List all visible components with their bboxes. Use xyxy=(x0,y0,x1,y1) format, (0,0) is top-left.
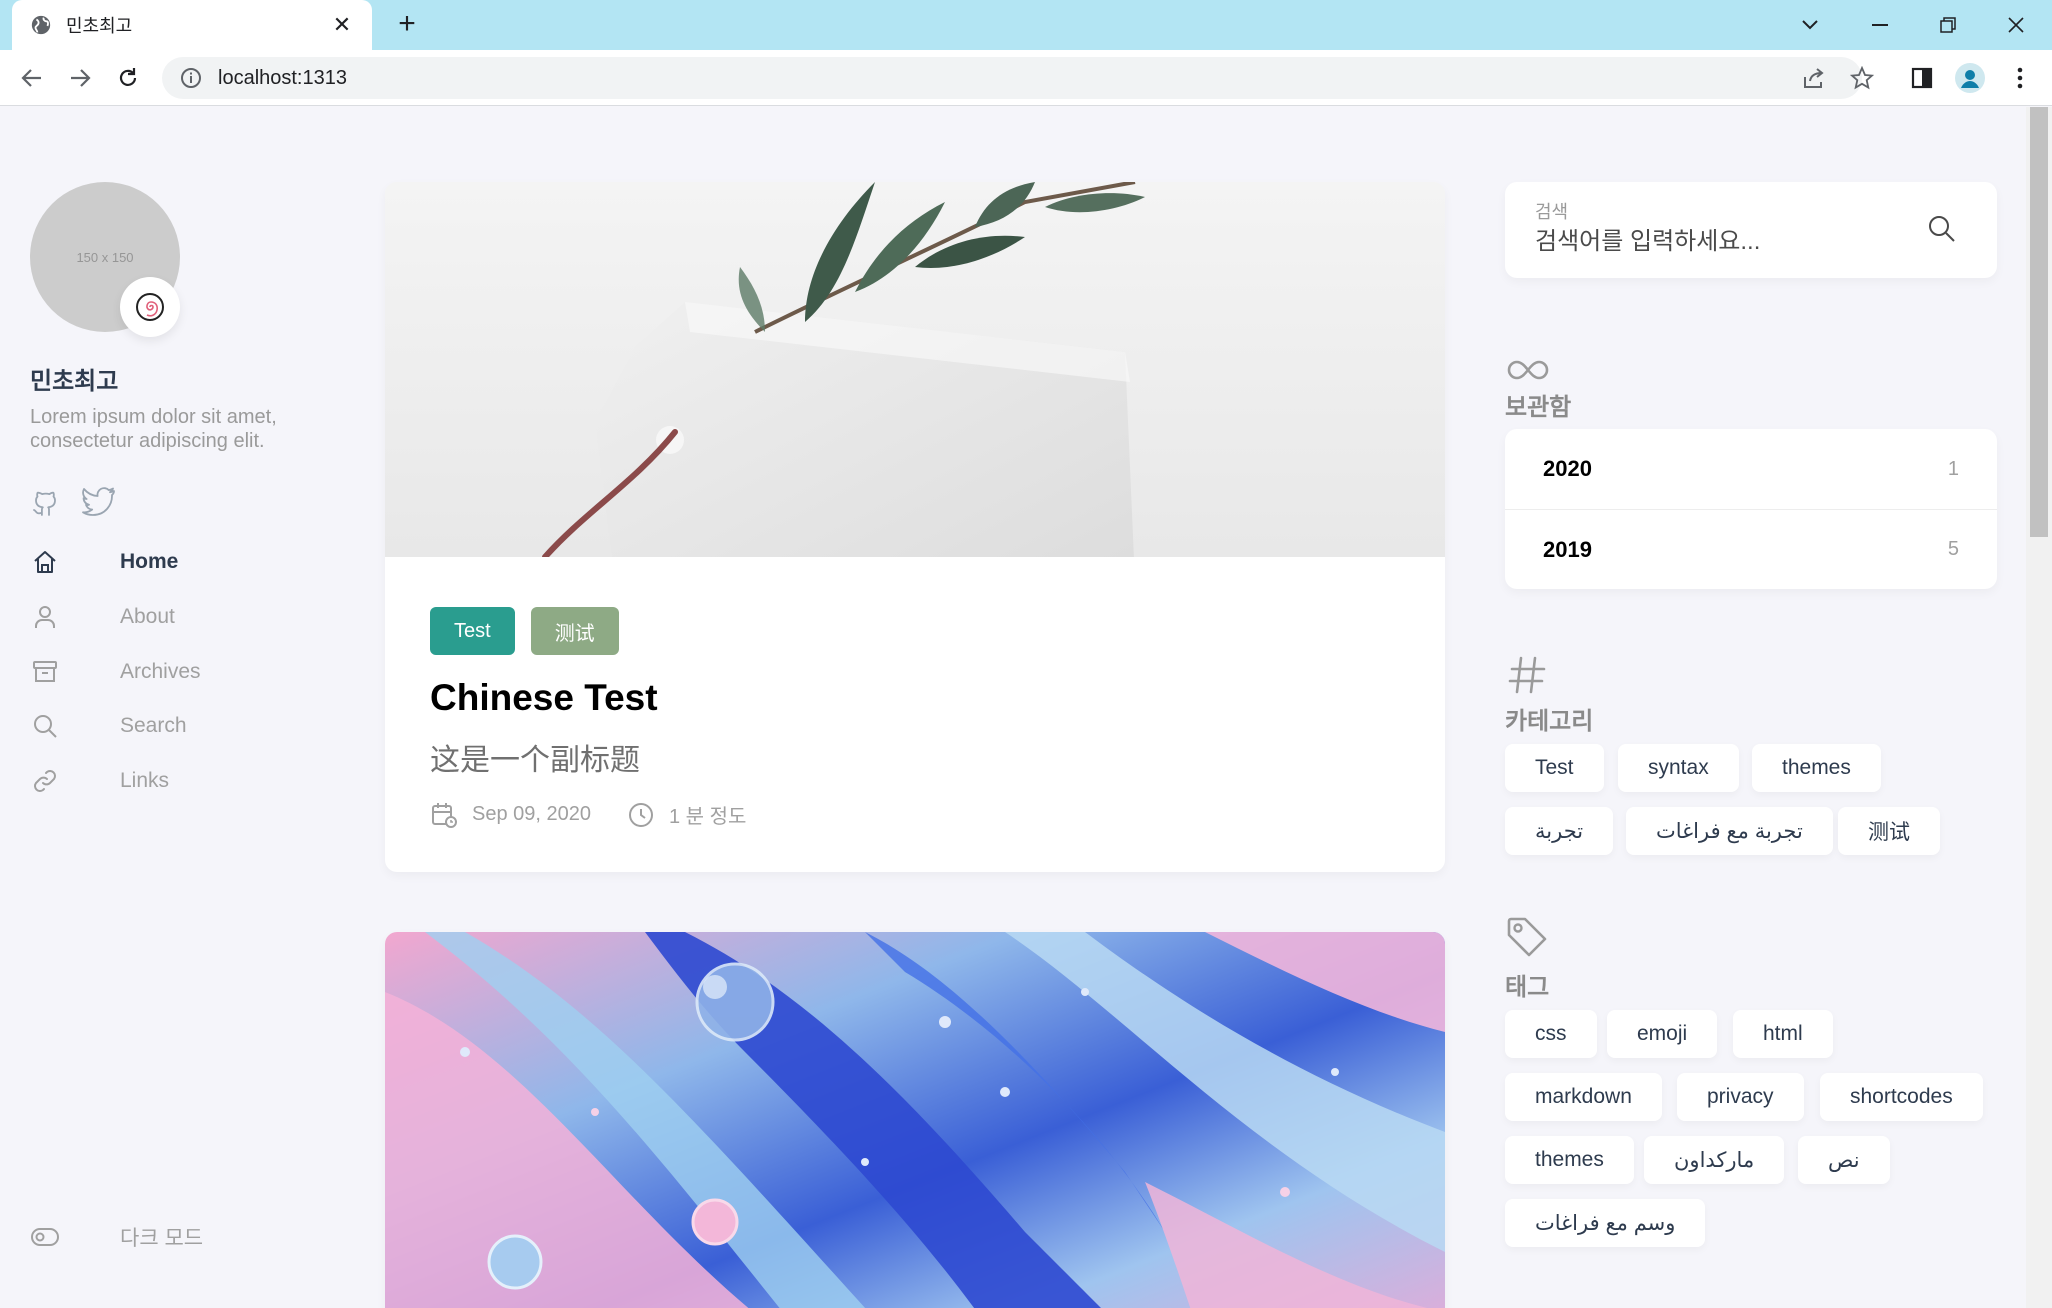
sidebar-item-label: Archives xyxy=(120,660,201,683)
spiral-emoji-icon xyxy=(120,277,180,337)
globe-icon xyxy=(31,15,51,35)
dark-mode-label: 다크 모드 xyxy=(120,1227,204,1250)
fluid-art-image xyxy=(385,932,1445,1308)
sidebar-item-search[interactable]: Search xyxy=(30,706,330,746)
archive-count: 1 xyxy=(1947,457,1959,480)
sidebar-item-label: About xyxy=(120,605,175,628)
twitter-icon[interactable] xyxy=(82,487,115,519)
article-categories: Test 测试 xyxy=(430,607,619,655)
sidebar-item-about[interactable]: About xyxy=(30,597,330,637)
tab-title: 민초최고 xyxy=(66,16,133,36)
search-input[interactable] xyxy=(1535,224,1915,260)
archives-widget-title: 보관함 xyxy=(1505,394,1572,421)
sidebar-item-label: Links xyxy=(120,769,170,792)
user-icon xyxy=(30,602,60,632)
sidebar-item-label: Home xyxy=(120,550,179,573)
tag-chip[interactable]: emoji xyxy=(1607,1010,1718,1058)
tag-chip[interactable]: themes xyxy=(1505,1136,1634,1184)
tag-chip[interactable]: وسم مع فراغات xyxy=(1505,1199,1706,1247)
tag-chip[interactable]: markdown xyxy=(1505,1073,1662,1121)
article-subtitle: 这是一个副标题 xyxy=(430,744,640,777)
hashtag-icon xyxy=(1508,656,1546,694)
archive-year-row[interactable]: 2020 1 xyxy=(1505,429,1997,509)
address-bar[interactable]: localhost:1313 xyxy=(162,57,1862,99)
restore-icon[interactable] xyxy=(1928,8,1968,42)
archive-year: 2020 xyxy=(1543,456,1592,481)
back-icon[interactable] xyxy=(16,62,48,94)
tag-icon xyxy=(1507,917,1547,957)
tag-chip[interactable]: نص xyxy=(1798,1136,1890,1184)
category-chip[interactable]: تجربة xyxy=(1505,807,1614,855)
archives-widget: 2020 1 2019 5 xyxy=(1505,429,1997,589)
archive-year: 2019 xyxy=(1543,536,1592,562)
category-chip[interactable]: 测试 xyxy=(1838,807,1940,855)
page-content: 150 x 150 민초최고 Lorem ipsum dolor sit ame… xyxy=(0,107,2052,1308)
avatar-placeholder-text: 150 x 150 xyxy=(76,249,134,265)
browser-tab[interactable]: 민초최고 ✕ xyxy=(12,0,372,50)
article-title[interactable]: Chinese Test xyxy=(430,677,658,719)
page-scrollbar[interactable] xyxy=(2026,107,2052,1308)
sidebar-item-home[interactable]: Home xyxy=(30,542,330,582)
clock-icon xyxy=(629,802,653,827)
profile-avatar-icon[interactable] xyxy=(1954,62,1986,94)
browser-tab-strip: 민초최고 ✕ + xyxy=(0,0,2052,50)
search-widget: 검색 xyxy=(1505,182,1997,278)
categories-widget-title: 카테고리 xyxy=(1505,708,1594,735)
reading-time: 1 분 정도 xyxy=(669,806,747,828)
category-tag-test[interactable]: Test xyxy=(430,607,515,655)
search-icon xyxy=(30,711,60,741)
share-icon[interactable] xyxy=(1798,62,1830,94)
bookmark-star-icon[interactable] xyxy=(1846,62,1878,94)
dark-mode-toggle[interactable]: 다크 모드 xyxy=(30,1217,330,1257)
side-panel-icon[interactable] xyxy=(1906,62,1938,94)
category-tag-chinese-test[interactable]: 测试 xyxy=(530,607,619,655)
article-card: Test 测试 Chinese Test 这是一个副标题 Sep 09, 202… xyxy=(385,182,1445,872)
category-chip[interactable]: syntax xyxy=(1618,744,1739,792)
category-chip[interactable]: تجربة مع فراغات xyxy=(1626,807,1833,855)
article-date: Sep 09, 2020 xyxy=(472,803,591,825)
search-label: 검색 xyxy=(1535,202,1569,222)
article-card xyxy=(385,932,1445,1308)
archive-icon xyxy=(30,657,60,687)
sidebar-item-links[interactable]: Links xyxy=(30,761,330,801)
new-tab-icon[interactable]: + xyxy=(392,9,422,40)
article-hero-image[interactable] xyxy=(385,932,1445,1308)
minimize-icon[interactable] xyxy=(1860,8,1900,42)
archive-year-row[interactable]: 2019 5 xyxy=(1505,509,1997,589)
tab-search-icon[interactable] xyxy=(1790,8,1830,42)
calendar-icon xyxy=(432,802,457,828)
home-icon xyxy=(30,547,60,577)
article-meta: Sep 09, 2020 1 분 정도 xyxy=(430,800,746,829)
toggle-icon xyxy=(30,1222,60,1252)
tag-chip[interactable]: css xyxy=(1505,1010,1597,1058)
tags-widget-title: 태그 xyxy=(1505,974,1550,1001)
site-name[interactable]: 민초최고 xyxy=(30,361,118,396)
close-window-icon[interactable] xyxy=(1996,8,2036,42)
tag-chip[interactable]: privacy xyxy=(1677,1073,1804,1121)
reload-icon[interactable] xyxy=(112,62,144,94)
sidebar-item-archives[interactable]: Archives xyxy=(30,652,330,692)
paper-tag-leaf-image xyxy=(385,182,1445,557)
close-tab-icon[interactable]: ✕ xyxy=(330,12,354,38)
tag-chip[interactable]: html xyxy=(1733,1010,1833,1058)
github-icon[interactable] xyxy=(30,487,62,519)
category-chip[interactable]: themes xyxy=(1752,744,1881,792)
sidebar-item-label: Search xyxy=(120,714,187,737)
link-icon xyxy=(30,766,60,796)
scrollbar-thumb[interactable] xyxy=(2030,107,2048,537)
search-icon[interactable] xyxy=(1927,214,1957,244)
category-chip[interactable]: Test xyxy=(1505,744,1604,792)
archive-count: 5 xyxy=(1947,538,1959,560)
url-text: localhost:1313 xyxy=(218,66,347,89)
forward-icon[interactable] xyxy=(64,62,96,94)
browser-toolbar: localhost:1313 xyxy=(0,50,2052,106)
site-info-icon[interactable] xyxy=(180,67,202,89)
browser-menu-icon[interactable] xyxy=(2004,62,2036,94)
article-hero-image[interactable] xyxy=(385,182,1445,557)
tag-chip[interactable]: shortcodes xyxy=(1820,1073,1983,1121)
tag-chip[interactable]: ماركداون xyxy=(1644,1136,1785,1184)
site-description: Lorem ipsum dolor sit amet, consectetur … xyxy=(30,406,277,452)
